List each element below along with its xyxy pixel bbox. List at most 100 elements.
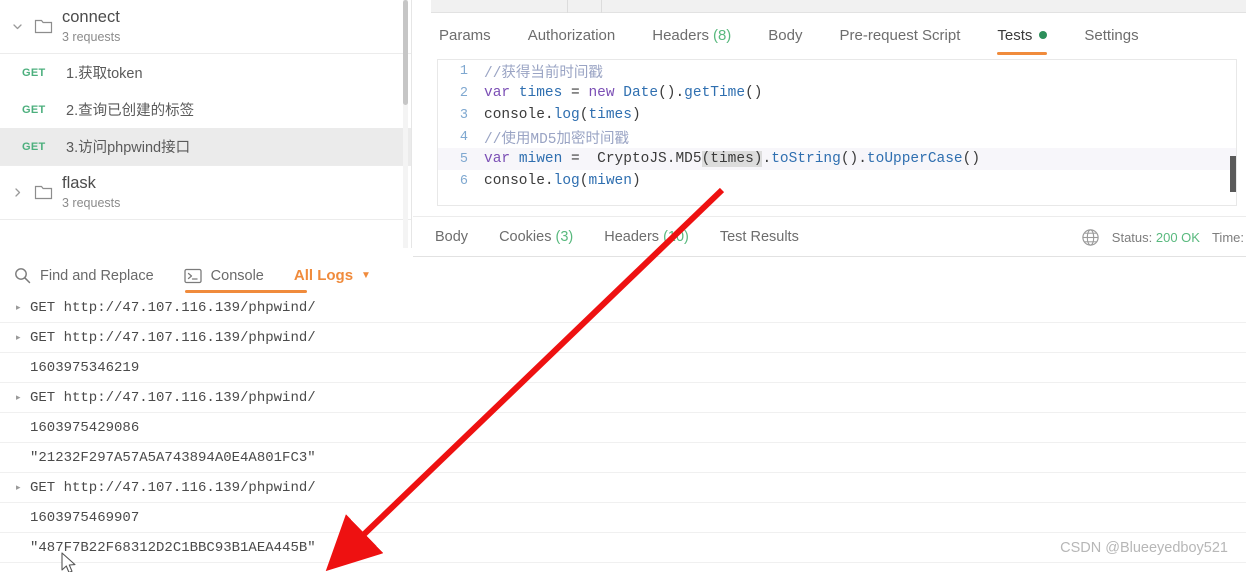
response-tab-headers[interactable]: Headers (10) xyxy=(604,229,689,245)
code-line: 5 var miwen = CryptoJS.MD5(times).toStri… xyxy=(438,148,1236,170)
log-entry[interactable]: "21232F297A57A5A743894A0E4A801FC3" xyxy=(0,443,1246,473)
response-tab-test-results[interactable]: Test Results xyxy=(720,229,799,245)
terminal-icon xyxy=(184,268,202,284)
request-pane: Params Authorization Headers (8) Body Pr… xyxy=(413,0,1246,215)
tab-label: Pre-request Script xyxy=(839,26,961,44)
tab-settings[interactable]: Settings xyxy=(1084,14,1138,56)
log-entry[interactable]: ▸ GET http://47.107.116.139/phpwind/ xyxy=(0,473,1246,503)
editor-scrollbar-thumb[interactable] xyxy=(1230,156,1236,192)
log-text: 1603975469907 xyxy=(30,509,140,526)
log-text: GET http://47.107.116.139/phpwind/ xyxy=(30,299,316,316)
response-tab-count: (3) xyxy=(555,228,574,245)
response-tab-label: Body xyxy=(435,228,469,245)
code-text: //获得当前时间戳 xyxy=(484,65,603,82)
collection-request-count: 3 requests xyxy=(62,30,121,44)
tab-pre-request-script[interactable]: Pre-request Script xyxy=(840,14,961,56)
find-and-replace-button[interactable]: Find and Replace xyxy=(14,258,154,293)
request-name: 1.获取token xyxy=(66,66,143,82)
search-icon xyxy=(14,267,31,284)
request-item-2[interactable]: GET 2.查询已创建的标签 xyxy=(0,91,411,128)
log-entry[interactable]: "487F7B22F68312D2C1BBC93B1AEA445B" xyxy=(0,533,1246,563)
time-label: Time: xyxy=(1211,230,1244,245)
console-toolbar[interactable]: Find and Replace Console All Logs ▼ xyxy=(0,258,1246,293)
console-log-list[interactable]: ▸ GET http://47.107.116.139/phpwind/ ▸ GET… xyxy=(0,293,1246,572)
tab-body[interactable]: Body xyxy=(768,14,802,56)
collection-request-count: 3 requests xyxy=(62,196,121,210)
tab-divider xyxy=(601,0,602,13)
request-tab-strip[interactable] xyxy=(431,0,1246,13)
collection-flask[interactable]: flask 3 requests xyxy=(0,166,411,219)
response-tab-cookies[interactable]: Cookies (3) xyxy=(499,229,573,245)
log-text: 1603975429086 xyxy=(30,419,140,436)
globe-icon[interactable] xyxy=(1081,228,1100,247)
expand-caret-icon[interactable]: ▸ xyxy=(16,303,24,313)
tests-code-editor[interactable]: 1 //获得当前时间戳 2 var times = new Date().get… xyxy=(437,59,1237,206)
code-text: var miwen = CryptoJS.MD5(times).toString… xyxy=(484,151,981,167)
log-entry[interactable]: ▸ GET http://47.107.116.139/phpwind/ xyxy=(0,383,1246,413)
log-text: 1603975346219 xyxy=(30,359,140,376)
tab-label: Params xyxy=(439,26,491,44)
all-logs-label: All Logs xyxy=(293,267,354,284)
tab-headers[interactable]: Headers (8) xyxy=(652,14,731,56)
response-tab-label: Cookies xyxy=(499,228,552,245)
tests-active-dot-icon xyxy=(1039,31,1048,39)
log-text: "21232F297A57A5A743894A0E4A801FC3" xyxy=(30,449,316,466)
status-value: 200 OK xyxy=(1155,230,1200,245)
request-item-3[interactable]: GET 3.访问phpwind接口 xyxy=(0,128,411,165)
tab-count: (8) xyxy=(712,26,732,44)
code-line: 2 var times = new Date().getTime() xyxy=(438,82,1236,104)
folder-icon xyxy=(28,184,58,201)
tab-label: Tests xyxy=(997,26,1033,44)
chevron-right-icon[interactable] xyxy=(6,186,28,199)
tab-label: Authorization xyxy=(527,26,616,44)
response-tabs-bar[interactable]: Body Cookies (3) Headers (10) Test Resul… xyxy=(413,216,1246,257)
request-method: GET xyxy=(22,66,46,79)
tab-authorization[interactable]: Authorization xyxy=(528,14,616,56)
response-tab-body[interactable]: Body xyxy=(435,229,468,245)
log-entry[interactable]: ▸ GET http://47.107.116.139/phpwind/ xyxy=(0,323,1246,353)
log-text: GET http://47.107.116.139/phpwind/ xyxy=(30,479,316,496)
response-tab-label: Headers xyxy=(604,228,660,245)
expand-caret-icon[interactable]: ▸ xyxy=(16,483,24,493)
line-number: 5 xyxy=(459,151,468,167)
expand-caret-icon[interactable]: ▸ xyxy=(16,333,24,343)
log-entry[interactable]: 1603975346219 xyxy=(0,353,1246,383)
mouse-cursor xyxy=(61,552,76,572)
console-button[interactable]: Console xyxy=(184,258,264,293)
collection-name: flask xyxy=(62,174,96,192)
chevron-down-icon[interactable] xyxy=(6,20,28,33)
log-text: GET http://47.107.116.139/phpwind/ xyxy=(30,329,316,346)
code-text: console.log(miwen) xyxy=(484,173,641,189)
chevron-down-icon: ▼ xyxy=(361,270,371,281)
tab-label: Headers xyxy=(652,26,709,44)
request-name: 3.访问phpwind接口 xyxy=(66,140,191,156)
log-entry[interactable]: ▸ GET http://47.107.116.139/phpwind/ xyxy=(0,293,1246,323)
log-entry[interactable]: 1603975469907 xyxy=(0,503,1246,533)
collections-sidebar[interactable]: connect 3 requests GET 1.获取token GET 2.查… xyxy=(0,0,412,248)
line-number: 4 xyxy=(459,129,468,145)
status-label: Status: xyxy=(1111,230,1153,245)
console-label: Console xyxy=(210,267,264,284)
divider xyxy=(0,219,411,220)
code-line: 4 //使用MD5加密时间戳 xyxy=(438,126,1236,148)
request-method: GET xyxy=(22,103,46,116)
expand-caret-icon[interactable]: ▸ xyxy=(16,393,24,403)
log-entry[interactable]: 1603975429086 xyxy=(0,413,1246,443)
collection-connect[interactable]: connect 3 requests xyxy=(0,0,411,53)
request-item-1[interactable]: GET 1.获取token xyxy=(0,54,411,91)
response-meta: Status: 200 OK Time: xyxy=(1081,217,1246,258)
code-text: var times = new Date().getTime() xyxy=(484,85,763,101)
tab-label: Settings xyxy=(1084,26,1139,44)
line-number: 1 xyxy=(459,63,468,79)
active-tab-underline xyxy=(997,52,1048,55)
code-line: 3 console.log(times) xyxy=(438,104,1236,126)
tab-params[interactable]: Params xyxy=(439,14,491,56)
request-section-tabs[interactable]: Params Authorization Headers (8) Body Pr… xyxy=(413,14,1246,56)
watermark: CSDN @Blueeyedboy521 xyxy=(1060,540,1228,556)
code-text: console.log(times) xyxy=(484,107,641,123)
status-badge: Status: 200 OK xyxy=(1112,230,1200,245)
code-line: 1 //获得当前时间戳 xyxy=(438,60,1236,82)
sidebar-scrollbar-thumb[interactable] xyxy=(403,0,408,105)
tab-tests[interactable]: Tests xyxy=(997,14,1048,56)
all-logs-dropdown[interactable]: All Logs ▼ xyxy=(294,267,371,284)
